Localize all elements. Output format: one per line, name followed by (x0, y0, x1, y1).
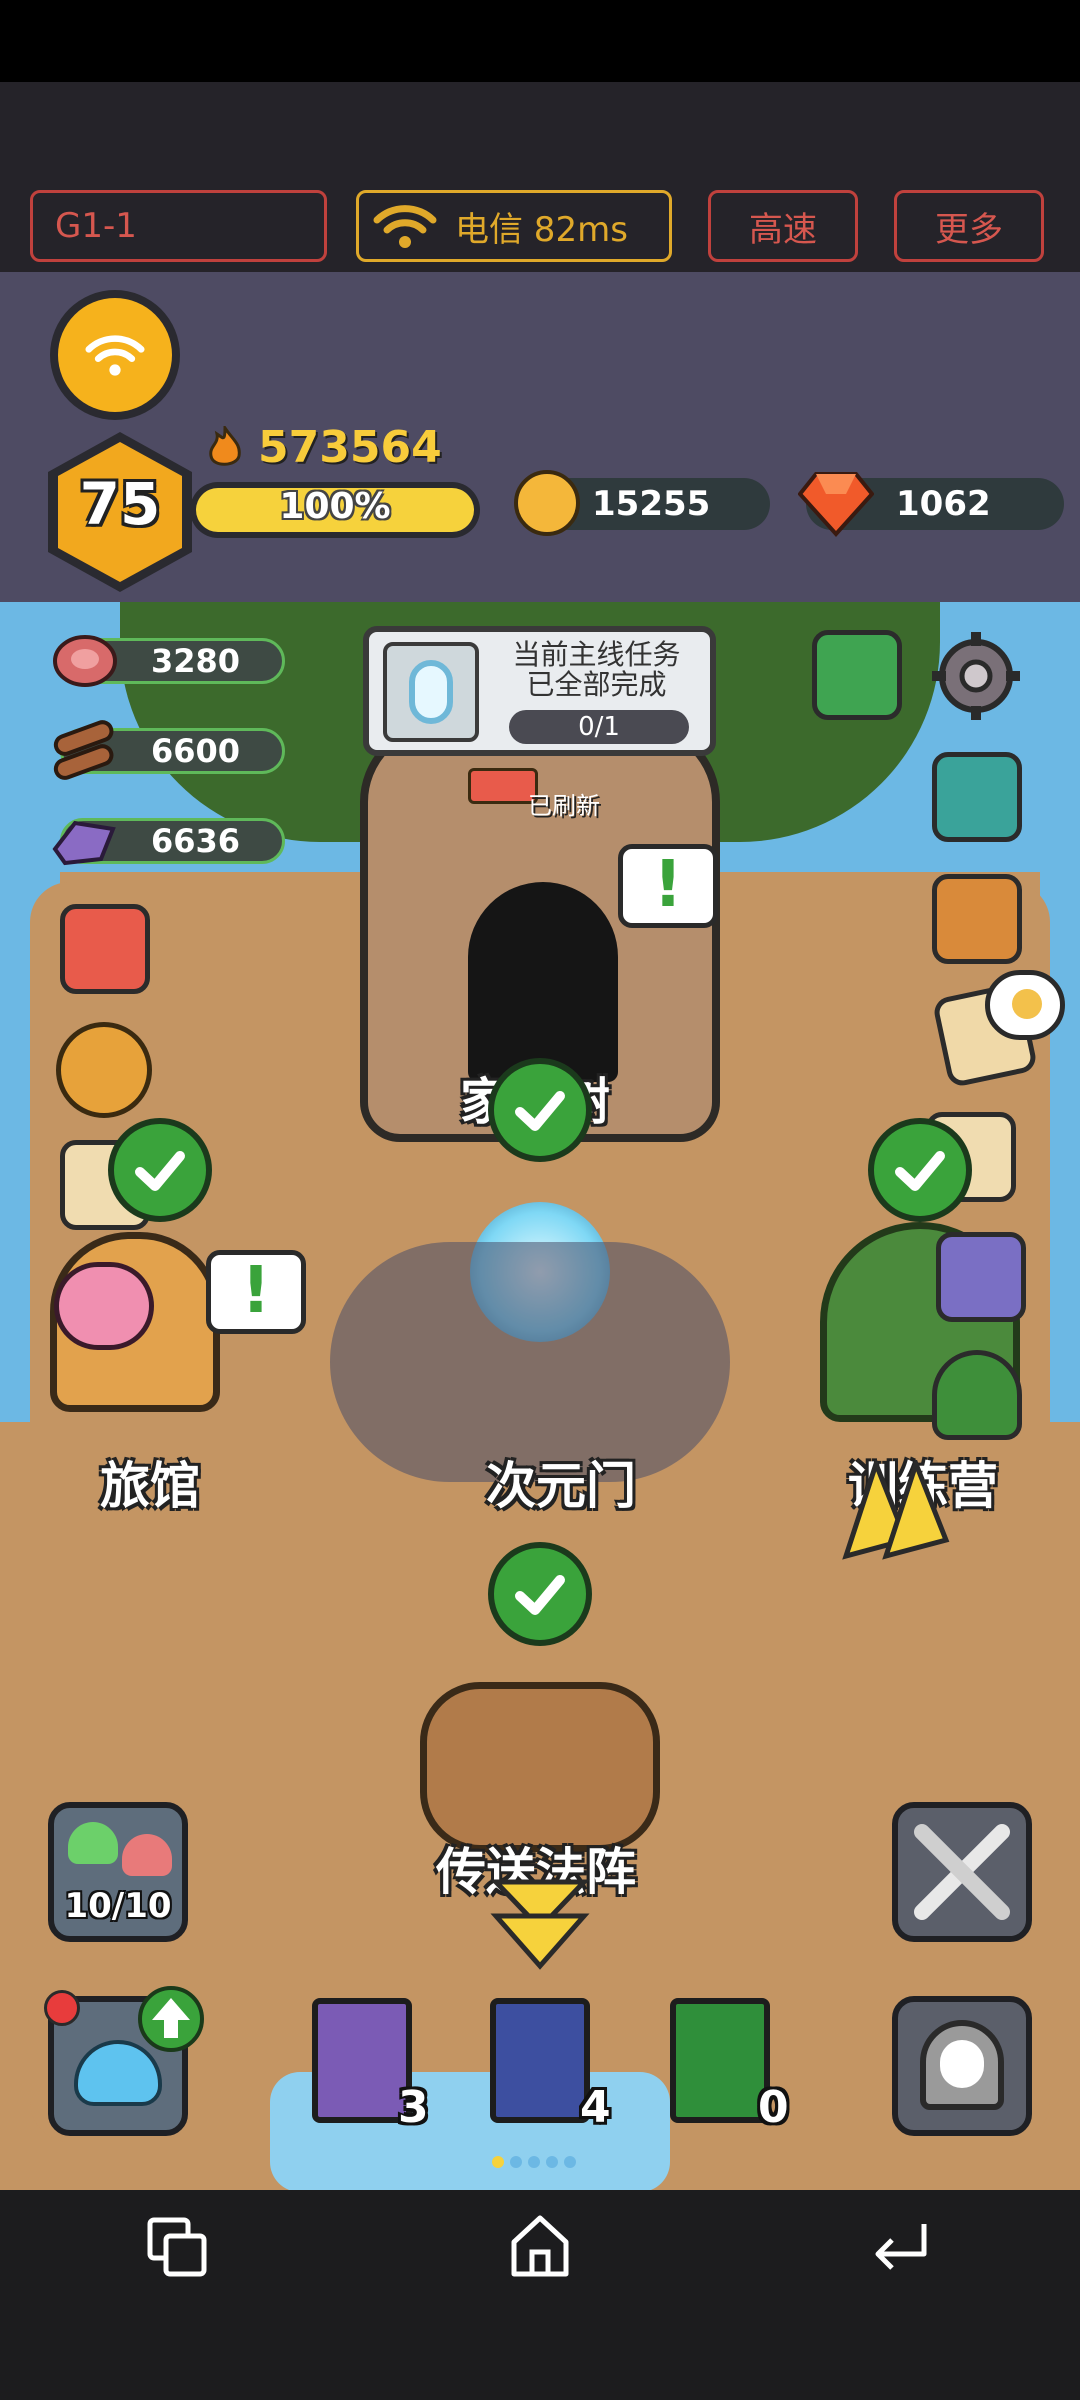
heal-book-count: 0 (758, 2082, 789, 2133)
more-label: 更多 (935, 209, 1003, 250)
gold-value: 15255 (592, 484, 711, 524)
teleport-array[interactable] (420, 1682, 660, 1852)
quest-progress: 0/1 (509, 710, 689, 744)
crossed-swords-icon (914, 1824, 1010, 1920)
meat-value: 3280 (151, 642, 241, 680)
meat-icon (49, 629, 119, 693)
recents-icon[interactable] (146, 2216, 210, 2280)
quest-title-line1: 当前主线任务 (512, 638, 681, 671)
ore-counter[interactable]: 6636 (52, 818, 285, 866)
ore-value: 6636 (151, 822, 241, 860)
check-icon (488, 1542, 592, 1646)
portal-label: 次元门 (486, 1457, 636, 1515)
exp-percent: 100% (279, 486, 391, 527)
money-bag-medal-icon[interactable] (56, 1022, 152, 1118)
red-dot-badge (44, 1990, 80, 2026)
tree-door (468, 882, 618, 1082)
check-icon (868, 1118, 972, 1222)
wing-book-icon[interactable] (490, 1998, 590, 2123)
alert-bubble-icon[interactable]: ! (618, 844, 718, 928)
book-menu-icon[interactable] (812, 630, 902, 720)
slime-pair-icon-2 (122, 1834, 172, 1876)
exp-bar: 100% (190, 482, 480, 538)
pink-slime-icon[interactable] (54, 1262, 154, 1350)
quest-title-line2: 已全部完成 (526, 668, 667, 701)
wood-icon (49, 719, 119, 783)
refreshed-label: 已刷新 (528, 792, 600, 820)
heal-book-icon[interactable] (670, 1998, 770, 2123)
signal-button[interactable] (58, 298, 172, 412)
wifi-icon (373, 202, 437, 250)
lightning-book-count: 3 (398, 2082, 429, 2133)
main-quest-panel[interactable]: 当前主线任务 已全部完成 0/1 (363, 626, 716, 756)
upgrade-arrow-icon (138, 1986, 204, 2052)
ore-icon (49, 809, 119, 873)
power-value: 573564 (258, 422, 442, 473)
fire-icon (205, 423, 245, 470)
lightning-book-icon[interactable] (312, 1998, 412, 2123)
gem-counter[interactable]: 1062 (797, 472, 1064, 537)
back-icon[interactable] (868, 2216, 932, 2280)
check-icon (488, 1058, 592, 1162)
backpack-icon[interactable] (932, 874, 1022, 964)
shop-icon[interactable] (60, 904, 150, 994)
quest-portal-icon (383, 642, 479, 742)
page-dots (490, 2154, 590, 2170)
wood-counter[interactable]: 6600 (53, 720, 285, 780)
wing-book-count: 4 (580, 2082, 611, 2133)
room-label: G1-1 (55, 206, 137, 246)
speed-button[interactable]: 高速 (708, 190, 858, 262)
coin-icon (514, 470, 580, 536)
slime-pair-icon (68, 1822, 118, 1864)
wifi-icon (85, 335, 145, 376)
status-bar-area (0, 0, 1080, 82)
speed-label: 高速 (749, 209, 817, 250)
battle-swords-button[interactable] (892, 1802, 1032, 1942)
meat-counter[interactable]: 3280 (53, 635, 285, 687)
stone-gate-button[interactable] (892, 1996, 1032, 2136)
blue-slime-icon (74, 2040, 162, 2106)
camp-hut-icon[interactable] (932, 1350, 1022, 1440)
network-button[interactable]: 电信 82ms (356, 190, 672, 262)
player-level: 75 (79, 470, 161, 538)
check-icon (108, 1118, 212, 1222)
mail-icon[interactable] (932, 752, 1022, 842)
team-capacity-button[interactable]: 10/10 (48, 1802, 188, 1942)
skull-bubble-icon[interactable] (985, 970, 1065, 1040)
fast-forward-arrow-icon (842, 1460, 950, 1560)
wood-value: 6600 (151, 732, 241, 770)
more-button[interactable]: 更多 (894, 190, 1044, 262)
stone-portal-icon (920, 2020, 1004, 2110)
card-tag-icon[interactable] (936, 1232, 1026, 1322)
gold-counter[interactable]: 15255 (514, 470, 770, 536)
network-label: 电信 82ms (455, 209, 628, 250)
settings-gear-icon[interactable] (928, 628, 1024, 724)
home-icon[interactable] (508, 2212, 572, 2280)
gem-value: 1062 (896, 484, 991, 524)
inn-label: 旅馆 (100, 1457, 200, 1515)
down-arrow-icon (490, 1879, 590, 1970)
team-capacity-value: 10/10 (64, 1886, 172, 1926)
room-button[interactable]: G1-1 (30, 190, 327, 262)
gem-icon (797, 468, 875, 538)
alert-bubble-icon[interactable]: ! (206, 1250, 306, 1334)
